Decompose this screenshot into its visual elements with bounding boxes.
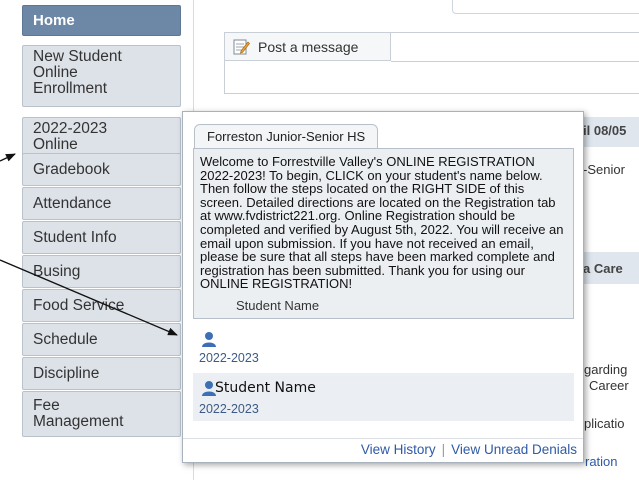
- arrow-to-student-row: [0, 259, 178, 336]
- arrow-to-registration: [0, 153, 16, 162]
- app-window: Home New Student Online Enrollment 2022-…: [0, 0, 639, 480]
- annotation-arrows: [0, 153, 178, 336]
